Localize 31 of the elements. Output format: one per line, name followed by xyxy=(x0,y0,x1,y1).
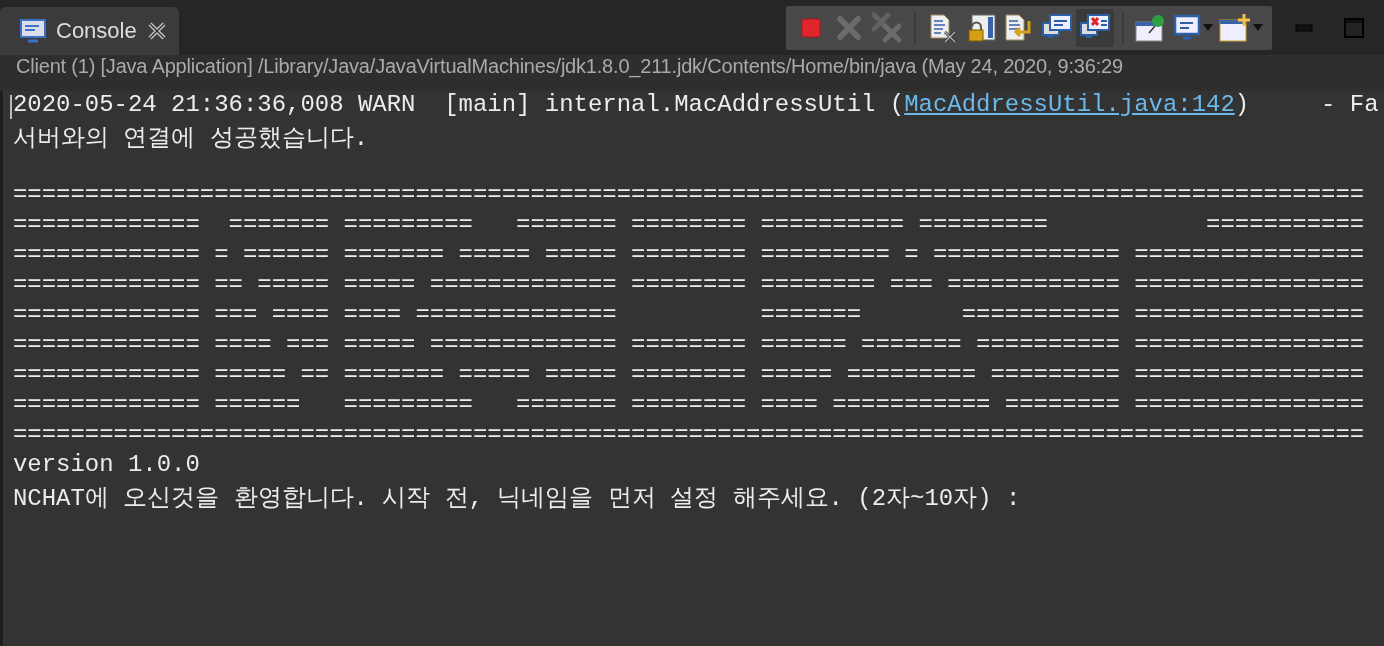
console-line: ============= = ====== ======= ===== ===== ======== ========= = ============= ================ xyxy=(13,241,1366,270)
monitor-icon xyxy=(1173,13,1201,42)
console-line: ============= == ===== ===== ============= ======== ======== === ============ ================ xyxy=(13,271,1366,300)
console-line: ============================================================================================== xyxy=(13,181,1366,210)
console-line: ============================================================================================== xyxy=(13,421,1366,450)
console-line: ============= ==== === ===== ============= ======== ====== ======= ========== ================ xyxy=(13,331,1366,360)
padlock-window-icon xyxy=(966,12,996,43)
console-tab[interactable]: Console xyxy=(0,7,179,55)
close-icon[interactable] xyxy=(146,21,167,41)
maximize-icon xyxy=(1344,17,1364,38)
console-line: 서버와의 연결에 성공했습니다. xyxy=(13,124,370,151)
source-link[interactable]: MacAddressUtil.java:142 xyxy=(904,91,1235,118)
document-x-icon xyxy=(928,12,958,43)
window-plus-icon xyxy=(1219,12,1251,43)
console-text: 2020-05-24 21:36:36,008 WARN [main] internal.MacAddressUtil ( xyxy=(13,91,905,118)
console-text: ) - Fa xyxy=(1234,91,1379,118)
stop-icon xyxy=(800,16,822,39)
console-line: NCHAT에 오신것을 환영합니다. 시작 전, 닉네임을 먼저 설정 해주세요. (2자~10자) : xyxy=(13,484,1022,511)
close-icon xyxy=(835,13,863,42)
console-line: ============= ====== ========= ======= ======== ==== =========== ======== ================ xyxy=(13,391,1366,420)
monitor-icon xyxy=(20,19,46,43)
document-arrow-icon xyxy=(1004,12,1034,43)
console-line: ============= ======= ========= ======= ======== ========== ========= =========== xyxy=(13,211,1366,240)
text-cursor xyxy=(10,95,12,119)
console-line: version 1.0.0 xyxy=(13,451,201,480)
console-line: ============= ===== == ======= ===== ===== ======== ===== ========= ========= ================ xyxy=(13,361,1366,390)
pin-window-icon xyxy=(1135,12,1167,43)
console-line: ============= === ==== ==== ============== ======= =========== ================ xyxy=(13,301,1366,330)
double-x-icon xyxy=(871,11,903,44)
show-stderr-button[interactable] xyxy=(1076,8,1114,47)
minimize-icon xyxy=(1295,23,1313,32)
